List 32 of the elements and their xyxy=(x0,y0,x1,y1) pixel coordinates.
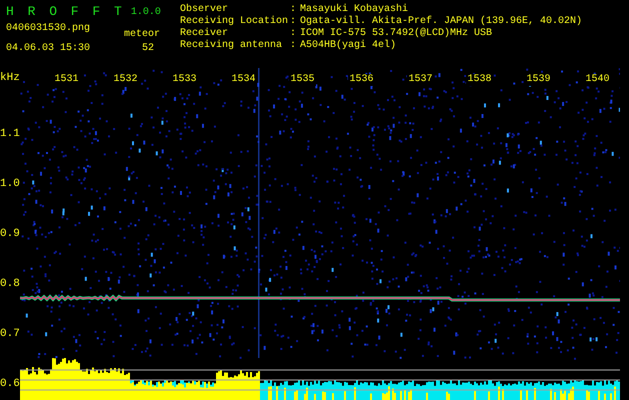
y-axis-label: 0.6 xyxy=(0,377,20,391)
app-version: 1.0.0 xyxy=(130,7,161,19)
x-axis-label: 1536 xyxy=(348,74,374,86)
info-label: Observer xyxy=(180,4,230,16)
info-separator: : xyxy=(290,4,298,16)
y-axis-label: 1.0 xyxy=(0,177,20,191)
x-axis-label: 1533 xyxy=(171,74,198,86)
info-label: Receiving Location xyxy=(180,16,290,28)
y-axis-label: 0.8 xyxy=(0,277,20,291)
counter-value: 52 xyxy=(142,43,154,55)
y-axis-label: 1.1 xyxy=(0,127,20,141)
unit-label: kHz xyxy=(0,72,20,86)
info-value: A504HB(yagi 4el) xyxy=(300,40,396,52)
x-axis-label: 1532 xyxy=(112,74,138,86)
x-axis-label: 1535 xyxy=(289,74,316,86)
app-title: H R O F F T xyxy=(6,4,125,19)
info-value: ICOM IC-575 53.7492(@LCD)MHz USB xyxy=(300,28,492,40)
info-value: Masayuki Kobayashi xyxy=(300,4,408,16)
file-name: 0406031530.png xyxy=(6,23,92,35)
info-value: Ogata-vill. Akita-Pref. JAPAN (139.96E, 40.02N) xyxy=(300,16,582,28)
counter-label: meteor xyxy=(124,29,160,41)
info-label: Receiver xyxy=(180,28,230,40)
y-axis-label: 0.9 xyxy=(0,227,20,241)
info-separator: : xyxy=(290,16,298,28)
x-axis-label: 1534 xyxy=(230,74,256,86)
y-axis-label: 0.7 xyxy=(0,327,20,341)
x-axis-label: 1539 xyxy=(525,74,552,86)
info-separator: : xyxy=(290,28,298,40)
timestamp: 04.06.03 15:30 xyxy=(6,43,92,55)
info-separator: : xyxy=(290,40,298,52)
x-axis-label: 1538 xyxy=(466,74,492,86)
info-label: Receiving antenna xyxy=(180,40,284,52)
